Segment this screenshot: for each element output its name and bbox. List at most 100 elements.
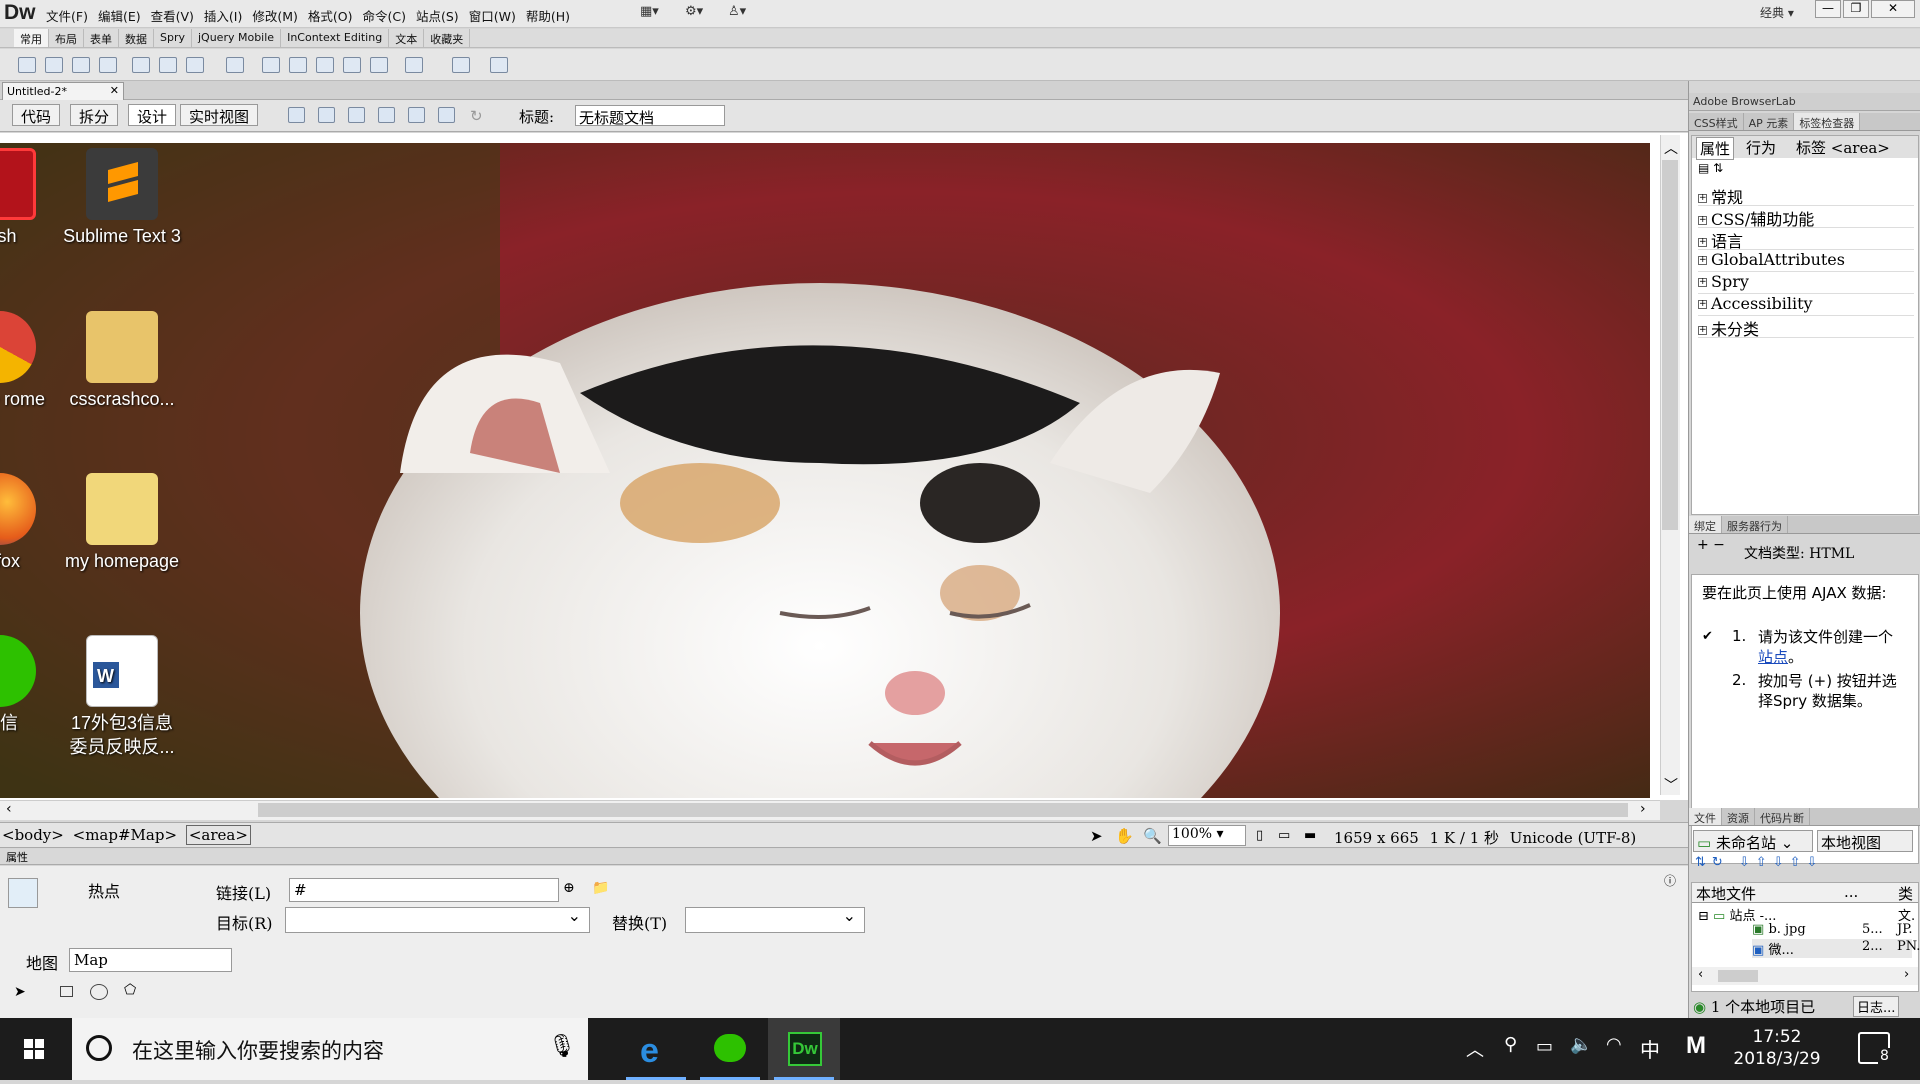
- create-site-link[interactable]: 站点: [1758, 648, 1788, 666]
- pointer-hotspot-tool-icon[interactable]: ➤: [14, 984, 26, 1000]
- taskbar-dreamweaver[interactable]: Dw: [768, 1018, 840, 1080]
- design-view-button[interactable]: 设计: [128, 104, 177, 126]
- alt-select[interactable]: [685, 906, 865, 933]
- horizontal-rule-icon[interactable]: [99, 57, 117, 73]
- check-browser-icon[interactable]: [438, 107, 455, 123]
- col-local-files[interactable]: 本地文件: [1696, 883, 1756, 904]
- select-tool-icon[interactable]: ➤: [1090, 827, 1103, 845]
- polygon-hotspot-tool-icon[interactable]: ⬠: [124, 982, 136, 998]
- mobile-size-icon[interactable]: ▯: [1256, 828, 1263, 843]
- help-icon[interactable]: ⓘ: [1664, 872, 1676, 889]
- named-anchor-icon[interactable]: [72, 57, 90, 73]
- horizontal-scroll-thumb[interactable]: [258, 803, 1628, 817]
- desktop-size-icon[interactable]: ▬: [1304, 828, 1316, 843]
- log-button[interactable]: 日志...: [1853, 996, 1900, 1017]
- category-accessibility[interactable]: + Accessibility: [1698, 294, 1914, 316]
- map-name-input[interactable]: Map: [69, 948, 232, 972]
- hand-tool-icon[interactable]: ✋: [1115, 827, 1134, 845]
- scroll-right-icon[interactable]: ›: [1640, 801, 1646, 817]
- tab-server-behaviors[interactable]: 服务器行为: [1722, 516, 1788, 533]
- menu-file[interactable]: 文件(F): [46, 6, 98, 25]
- tab-snippets[interactable]: 代码片断: [1755, 808, 1810, 825]
- link-input[interactable]: #: [289, 878, 559, 902]
- tab-bindings[interactable]: 绑定: [1689, 516, 1722, 533]
- insert-tab-text[interactable]: 文本: [389, 29, 425, 47]
- document-title-input[interactable]: 无标题文档: [575, 105, 725, 127]
- file-row-b-jpg[interactable]: ▣ b. jpg 5... JP.: [1752, 922, 1912, 937]
- add-binding-icon[interactable]: + −: [1697, 537, 1725, 553]
- desktop-icon-wechat[interactable]: 微信: [0, 635, 60, 735]
- circle-hotspot-tool-icon[interactable]: [90, 984, 108, 1000]
- calendar-icon[interactable]: [289, 57, 307, 73]
- microphone-icon[interactable]: 🎙: [548, 1034, 576, 1059]
- files-scroll-thumb[interactable]: [1718, 970, 1758, 982]
- insert-tab-common[interactable]: 常用: [14, 29, 49, 47]
- insert-tab-forms[interactable]: 表单: [84, 29, 119, 47]
- menu-commands[interactable]: 命令(C): [363, 6, 416, 25]
- file-management-icon[interactable]: [348, 107, 365, 123]
- minimize-button[interactable]: —: [1815, 0, 1841, 18]
- volume-icon[interactable]: 🔈: [1570, 1034, 1592, 1055]
- point-to-file-icon[interactable]: ⊕: [563, 880, 575, 896]
- category-css-accessibility[interactable]: + CSS/辅助功能: [1698, 206, 1914, 229]
- subtab-attributes[interactable]: 属性: [1696, 137, 1735, 160]
- tray-tool-icon[interactable]: ⚲: [1504, 1034, 1517, 1055]
- tab-css-styles[interactable]: CSS样式: [1689, 113, 1744, 130]
- view-select[interactable]: 本地视图: [1817, 830, 1913, 852]
- tray-overflow-icon[interactable]: ︿: [1466, 1036, 1484, 1062]
- category-general[interactable]: + 常规: [1698, 184, 1914, 207]
- image-icon[interactable]: [186, 57, 204, 73]
- menu-window[interactable]: 窗口(W): [469, 6, 526, 25]
- subtab-behaviors[interactable]: 行为: [1746, 137, 1776, 158]
- tab-files[interactable]: 文件: [1689, 808, 1722, 825]
- close-tab-icon[interactable]: ✕: [110, 84, 119, 97]
- templates-icon[interactable]: [452, 57, 470, 73]
- scroll-up-icon[interactable]: ︿: [1664, 138, 1678, 158]
- browserlab-header[interactable]: Adobe BrowserLab: [1689, 93, 1920, 111]
- desktop-icon-flash[interactable]: lash: [0, 148, 60, 248]
- menu-site[interactable]: 站点(S): [416, 6, 469, 25]
- target-select[interactable]: [285, 906, 590, 933]
- tablet-size-icon[interactable]: ▭: [1278, 828, 1290, 843]
- email-link-icon[interactable]: [45, 57, 63, 73]
- live-view-button[interactable]: 实时视图: [180, 104, 259, 126]
- window-dimensions[interactable]: 1659 x 665: [1334, 829, 1419, 847]
- category-uncategorized[interactable]: + 未分类: [1698, 316, 1914, 339]
- restore-button[interactable]: ❐: [1843, 0, 1869, 18]
- action-center-icon[interactable]: 8: [1858, 1032, 1891, 1064]
- file-row-png[interactable]: ▣ 微... 2... PN.: [1752, 939, 1920, 958]
- refresh-icon[interactable]: ↻: [470, 107, 483, 125]
- close-button[interactable]: ✕: [1871, 0, 1915, 18]
- tag-area[interactable]: <area>: [185, 825, 251, 845]
- menu-modify[interactable]: 修改(M): [252, 6, 308, 25]
- code-view-button[interactable]: 代码: [12, 104, 61, 126]
- site-select[interactable]: ▭ 未命名站 ⌄: [1693, 830, 1813, 852]
- insert-tab-data[interactable]: 数据: [119, 29, 154, 47]
- desktop-icon-my-homepage[interactable]: my homepage: [62, 473, 182, 573]
- desktop-icon-word-doc[interactable]: W 17外包3信息委员反映反...: [62, 635, 182, 759]
- battery-icon[interactable]: ▭: [1536, 1036, 1553, 1057]
- tab-tag-inspector[interactable]: 标签检查器: [1794, 113, 1861, 130]
- tab-assets[interactable]: 资源: [1722, 808, 1755, 825]
- tag-map[interactable]: <map#Map>: [73, 826, 177, 844]
- rectangle-hotspot-tool-icon[interactable]: [60, 986, 73, 997]
- workspace-switcher[interactable]: 经典 ▾: [1760, 4, 1794, 21]
- vertical-scroll-thumb[interactable]: [1662, 160, 1678, 530]
- site-user-icon[interactable]: ♙▾: [728, 4, 746, 19]
- files-toolbar-icons[interactable]: ⇅↻ ⇩⇧⇩⇧⇩: [1695, 855, 1823, 870]
- insert-tab-incontext[interactable]: InContext Editing: [281, 29, 390, 47]
- insert-tab-jquery-mobile[interactable]: jQuery Mobile: [192, 29, 282, 47]
- tab-ap-elements[interactable]: AP 元素: [1744, 113, 1795, 130]
- col-size[interactable]: ...: [1844, 883, 1858, 901]
- category-spry[interactable]: + Spry: [1698, 272, 1914, 294]
- ime-mode-icon[interactable]: M: [1686, 1032, 1706, 1060]
- tag-body[interactable]: <body>: [2, 826, 64, 844]
- desktop-icon-firefox[interactable]: refox: [0, 473, 60, 573]
- taskbar-edge[interactable]: e: [620, 1018, 692, 1080]
- taskbar-search[interactable]: 在这里输入你要搜索的内容 🎙: [72, 1018, 588, 1080]
- multiscreen-icon[interactable]: [288, 107, 305, 123]
- ime-indicator[interactable]: 中: [1640, 1034, 1660, 1063]
- layout-menu-icon[interactable]: ▦▾: [640, 4, 659, 19]
- comment-icon[interactable]: [343, 57, 361, 73]
- split-view-button[interactable]: 拆分: [70, 104, 119, 126]
